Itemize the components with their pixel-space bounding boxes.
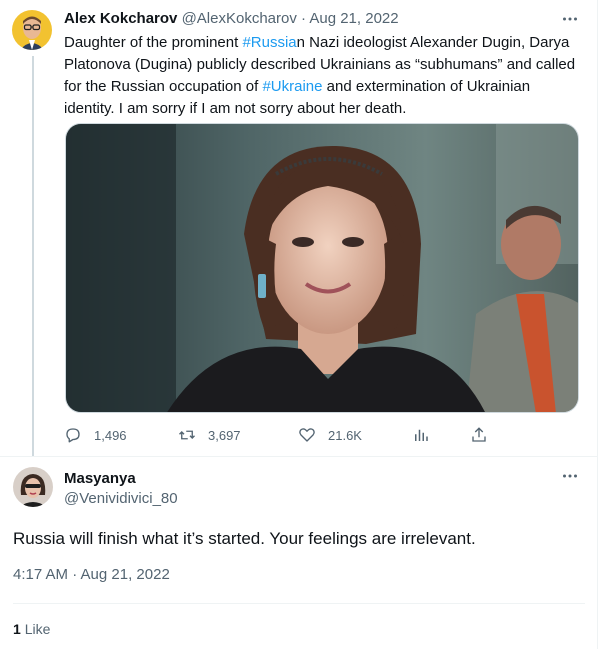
reply-divider <box>13 603 585 604</box>
tweet-media-photo[interactable] <box>65 123 579 413</box>
share-icon <box>472 427 486 442</box>
analytics-icon <box>415 429 428 441</box>
tweet-date[interactable]: Aug 21, 2022 <box>309 10 398 27</box>
like-count-label: Like <box>24 621 51 637</box>
parent-tweet-header: Alex Kokcharov @AlexKokcharov · Aug 21, … <box>64 10 399 27</box>
reply-like-count[interactable]: 1 Like <box>13 621 50 637</box>
like-count-number: 1 <box>13 621 21 637</box>
analytics-button[interactable] <box>412 424 430 446</box>
heart-icon <box>299 428 315 442</box>
reply-count: 1,496 <box>94 427 127 443</box>
share-button[interactable] <box>470 424 488 446</box>
hashtag-link-ukraine[interactable]: #Ukraine <box>262 78 322 95</box>
more-options-button[interactable] <box>560 10 580 30</box>
author-avatar[interactable] <box>12 10 52 50</box>
reply-more-options-button[interactable] <box>560 467 580 487</box>
tweet-text: Daughter of the prominent #Russian Nazi … <box>64 32 579 120</box>
retweet-count: 3,697 <box>208 427 241 443</box>
tweet-divider <box>0 456 598 457</box>
reply-timestamp[interactable]: 4:17 AM · Aug 21, 2022 <box>13 566 170 583</box>
like-button[interactable]: 21.6K <box>298 424 362 446</box>
ellipsis-icon <box>563 474 577 478</box>
reply-author-avatar[interactable] <box>13 467 53 507</box>
author-handle[interactable]: @AlexKokcharov <box>182 10 297 27</box>
thread-connector-line <box>32 56 34 456</box>
author-name[interactable]: Alex Kokcharov <box>64 10 177 27</box>
reply-icon <box>66 428 80 443</box>
reply-button[interactable]: 1,496 <box>64 424 127 446</box>
reply-tweet-text: Russia will finish what it’s started. Yo… <box>13 529 476 548</box>
reply-author-name[interactable]: Masyanya <box>64 470 136 487</box>
like-count: 21.6K <box>328 427 362 443</box>
retweet-icon <box>179 430 195 440</box>
retweet-button[interactable]: 3,697 <box>178 424 241 446</box>
reply-author-handle[interactable]: @Venividivici_80 <box>64 490 178 507</box>
tweet-thread-panel: Alex Kokcharov @AlexKokcharov · Aug 21, … <box>0 0 598 649</box>
tweet-actions-bar: 1,496 3,697 21.6K <box>64 424 504 446</box>
tweet-text-segment: Daughter of the prominent <box>64 34 243 51</box>
header-separator: · <box>301 10 307 27</box>
hashtag-link-russia[interactable]: #Russia <box>242 34 296 51</box>
ellipsis-icon <box>563 17 577 21</box>
